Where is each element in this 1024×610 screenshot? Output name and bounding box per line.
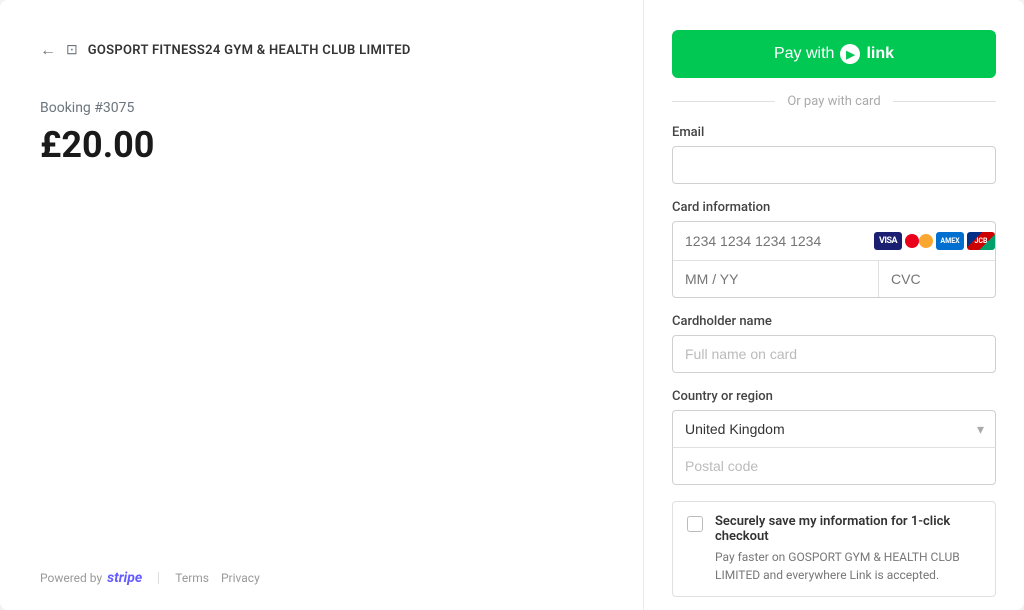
card-bottom-row [673, 261, 995, 297]
powered-by: Powered by stripe [40, 570, 142, 586]
booking-amount: £20.00 [40, 124, 603, 166]
or-line-left [672, 101, 775, 102]
header-row: ← ⊡ GOSPORT FITNESS24 GYM & HEALTH CLUB … [40, 40, 603, 60]
cardholder-input[interactable] [672, 335, 996, 373]
postal-input[interactable] [672, 447, 996, 485]
save-info-desc: Pay faster on GOSPORT GYM & HEALTH CLUB … [715, 548, 981, 584]
card-info-group: Card information VISA AMEX JCB [672, 200, 996, 298]
country-select[interactable]: United Kingdom United States Canada Aust… [672, 410, 996, 447]
cardholder-group: Cardholder name [672, 314, 996, 373]
stripe-logo: stripe [107, 570, 142, 586]
expiry-input[interactable] [673, 261, 879, 297]
right-panel: Pay with ▶ link Or pay with card Email C… [644, 0, 1024, 610]
back-arrow-icon[interactable]: ← [40, 40, 56, 60]
pay-with-link-button[interactable]: Pay with ▶ link [672, 30, 996, 78]
card-number-row: VISA AMEX JCB [673, 222, 995, 261]
jcb-logo: JCB [967, 232, 995, 250]
footer-divider [158, 572, 159, 584]
amex-logo: AMEX [936, 232, 964, 250]
mastercard-logo [905, 232, 933, 250]
card-info-label: Card information [672, 200, 996, 215]
card-number-input[interactable] [685, 233, 866, 249]
email-label: Email [672, 125, 996, 140]
card-info-block: VISA AMEX JCB [672, 221, 996, 298]
privacy-link[interactable]: Privacy [221, 571, 260, 585]
cardholder-label: Cardholder name [672, 314, 996, 329]
country-group: Country or region United Kingdom United … [672, 389, 996, 485]
email-field-group: Email [672, 125, 996, 184]
email-input[interactable] [672, 146, 996, 184]
cvc-input[interactable] [891, 271, 996, 287]
terms-link[interactable]: Terms [175, 571, 209, 585]
or-divider: Or pay with card [672, 94, 996, 109]
page-container: ← ⊡ GOSPORT FITNESS24 GYM & HEALTH CLUB … [0, 0, 1024, 610]
country-select-wrapper: United Kingdom United States Canada Aust… [672, 410, 996, 447]
merchant-name: GOSPORT FITNESS24 GYM & HEALTH CLUB LIMI… [88, 43, 411, 58]
save-info-box: Securely save my information for 1-click… [672, 501, 996, 597]
save-info-title: Securely save my information for 1-click… [715, 514, 981, 544]
footer-links: Terms Privacy [175, 571, 260, 585]
terminal-icon: ⊡ [66, 42, 78, 58]
card-logos: VISA AMEX JCB [874, 232, 995, 250]
or-line-right [893, 101, 996, 102]
save-info-text: Securely save my information for 1-click… [715, 514, 981, 584]
save-info-checkbox[interactable] [687, 516, 703, 532]
visa-logo: VISA [874, 232, 902, 250]
cvc-row [879, 261, 996, 297]
link-icon: ▶ [840, 44, 860, 64]
pay-pre-text: Pay with [774, 45, 834, 63]
left-panel: ← ⊡ GOSPORT FITNESS24 GYM & HEALTH CLUB … [0, 0, 644, 610]
booking-label: Booking #3075 [40, 100, 603, 116]
link-label: link [866, 45, 894, 63]
left-footer: Powered by stripe Terms Privacy [40, 570, 260, 586]
or-text: Or pay with card [787, 94, 880, 109]
country-label: Country or region [672, 389, 996, 404]
